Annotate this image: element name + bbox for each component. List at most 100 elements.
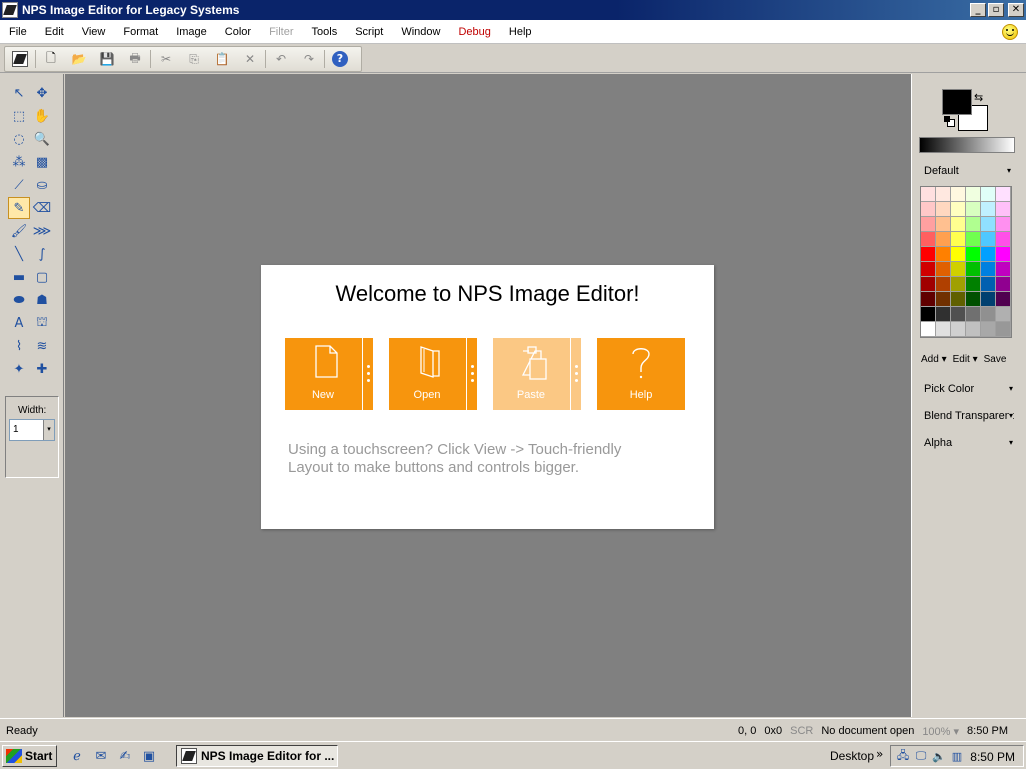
menu-script[interactable]: Script: [346, 20, 392, 44]
menu-view[interactable]: View: [73, 20, 115, 44]
blend-mode-dropdown[interactable]: Blend Transparent ▾: [919, 407, 1017, 425]
primary-color-swatch[interactable]: [942, 89, 972, 115]
chevron-right-icon[interactable]: »: [876, 747, 883, 761]
chevron-down-icon[interactable]: ▾: [43, 420, 54, 440]
palette-swatch[interactable]: [981, 262, 996, 277]
palette-swatch[interactable]: [921, 187, 936, 202]
smudge-tool-button[interactable]: ⌇: [8, 335, 30, 357]
clone-stamp-tool-button[interactable]: ⋙: [31, 220, 53, 242]
palette-swatch[interactable]: [936, 292, 951, 307]
palette-swatch[interactable]: [921, 307, 936, 322]
freeform-shape-tool-button[interactable]: ☗: [31, 289, 53, 311]
open-button[interactable]: 📂: [68, 48, 90, 70]
text-tool-button[interactable]: A: [8, 312, 30, 334]
palette-swatch[interactable]: [996, 187, 1011, 202]
zoom-tool-button[interactable]: 🔍: [31, 128, 53, 150]
palette-swatch[interactable]: [951, 187, 966, 202]
palette-swatch[interactable]: [936, 322, 951, 337]
palette-swatch[interactable]: [936, 217, 951, 232]
alpha-dropdown[interactable]: Alpha ▾: [919, 434, 1017, 452]
palette-swatch[interactable]: [966, 307, 981, 322]
palette-swatch[interactable]: [981, 292, 996, 307]
minimize-button[interactable]: _: [970, 3, 986, 17]
pencil-tool-button[interactable]: ✎: [8, 197, 30, 219]
rectangle-tool-button[interactable]: ▬: [8, 266, 30, 288]
save-button[interactable]: 💾: [96, 48, 118, 70]
palette-swatch[interactable]: [981, 277, 996, 292]
palette-swatch[interactable]: [951, 202, 966, 217]
help-tile[interactable]: Help: [597, 338, 685, 410]
magic-wand-tool-button[interactable]: ⁂: [8, 151, 30, 173]
palette-swatch[interactable]: [996, 202, 1011, 217]
palette-swatch[interactable]: [936, 262, 951, 277]
stamp-tool-button[interactable]: ⛫: [31, 312, 53, 334]
palette-swatch[interactable]: [921, 202, 936, 217]
palette-swatch[interactable]: [951, 262, 966, 277]
open-tile[interactable]: Open: [389, 338, 477, 410]
width-select[interactable]: 1 ▾: [9, 419, 55, 441]
palette-swatch[interactable]: [921, 247, 936, 262]
palette-swatch[interactable]: [936, 277, 951, 292]
palette-swatch[interactable]: [966, 322, 981, 337]
color-picker-tool-button[interactable]: ⟋: [8, 174, 30, 196]
print-button[interactable]: 🖶: [124, 48, 146, 70]
palette-swatch[interactable]: [981, 247, 996, 262]
gradient-bar[interactable]: [919, 137, 1015, 153]
palette-swatch[interactable]: [996, 322, 1011, 337]
line-tool-button[interactable]: ╲: [8, 243, 30, 265]
palette-swatch[interactable]: [951, 292, 966, 307]
paste-tile[interactable]: Paste: [493, 338, 581, 410]
rounded-rect-tool-button[interactable]: ▢: [31, 266, 53, 288]
palette-swatch[interactable]: [981, 322, 996, 337]
palette-swatch[interactable]: [921, 277, 936, 292]
palette-swatch[interactable]: [951, 247, 966, 262]
menu-file[interactable]: File: [0, 20, 36, 44]
redo-button[interactable]: ↷: [298, 48, 320, 70]
add-color-button[interactable]: Add ▾: [921, 354, 947, 365]
paste-tile-main[interactable]: Paste: [493, 338, 569, 410]
paste-more-button[interactable]: [570, 338, 581, 410]
open-tile-main[interactable]: Open: [389, 338, 465, 410]
paste-button[interactable]: 📋: [211, 48, 233, 70]
palette-swatch[interactable]: [966, 277, 981, 292]
start-button[interactable]: Start: [2, 745, 57, 767]
internet-explorer-icon[interactable]: ℯ: [68, 747, 86, 765]
sparkle-tool-button[interactable]: ✦: [8, 358, 30, 380]
ellipse-tool-button[interactable]: ⬬: [8, 289, 30, 311]
palette-swatch[interactable]: [951, 322, 966, 337]
gradient-tool-button[interactable]: ▩: [31, 151, 53, 173]
palette-swatch[interactable]: [996, 217, 1011, 232]
edit-color-button[interactable]: Edit ▾: [953, 354, 978, 365]
desktop-show-icon[interactable]: ▣: [140, 747, 158, 765]
palette-swatch[interactable]: [981, 202, 996, 217]
plus-tool-button[interactable]: ✚: [31, 358, 53, 380]
save-palette-button[interactable]: Save: [984, 354, 1007, 365]
palette-swatch[interactable]: [951, 217, 966, 232]
palette-swatch[interactable]: [966, 217, 981, 232]
smiley-feedback-icon[interactable]: [1002, 24, 1018, 40]
volume-icon[interactable]: 🔈: [931, 748, 947, 764]
reset-colors-icon[interactable]: [944, 116, 955, 127]
move-tool-button[interactable]: ✥: [31, 82, 53, 104]
palette-swatch[interactable]: [966, 187, 981, 202]
palette-swatch[interactable]: [981, 307, 996, 322]
title-bar[interactable]: NPS Image Editor for Legacy Systems _ ▫ …: [0, 0, 1026, 20]
pointer-tool-button[interactable]: ↖: [8, 82, 30, 104]
open-more-button[interactable]: [466, 338, 477, 410]
new-tile[interactable]: New: [285, 338, 373, 410]
notes-icon[interactable]: ✍: [116, 747, 134, 765]
palette-swatch[interactable]: [996, 277, 1011, 292]
eraser-tool-button[interactable]: ⌫: [31, 197, 53, 219]
palette-swatch[interactable]: [921, 322, 936, 337]
brush-tool-button[interactable]: 🖌: [8, 220, 30, 242]
palette-swatch[interactable]: [921, 232, 936, 247]
palette-swatch[interactable]: [996, 247, 1011, 262]
palette-swatch[interactable]: [981, 232, 996, 247]
palette-swatch[interactable]: [996, 292, 1011, 307]
new-tile-main[interactable]: New: [285, 338, 361, 410]
outlook-icon[interactable]: ✉: [92, 747, 110, 765]
desktop-toolbar-label[interactable]: Desktop: [830, 749, 874, 763]
delete-button[interactable]: ✕: [239, 48, 261, 70]
menu-tools[interactable]: Tools: [303, 20, 347, 44]
zoom-dropdown[interactable]: 100% ▾: [922, 725, 959, 738]
